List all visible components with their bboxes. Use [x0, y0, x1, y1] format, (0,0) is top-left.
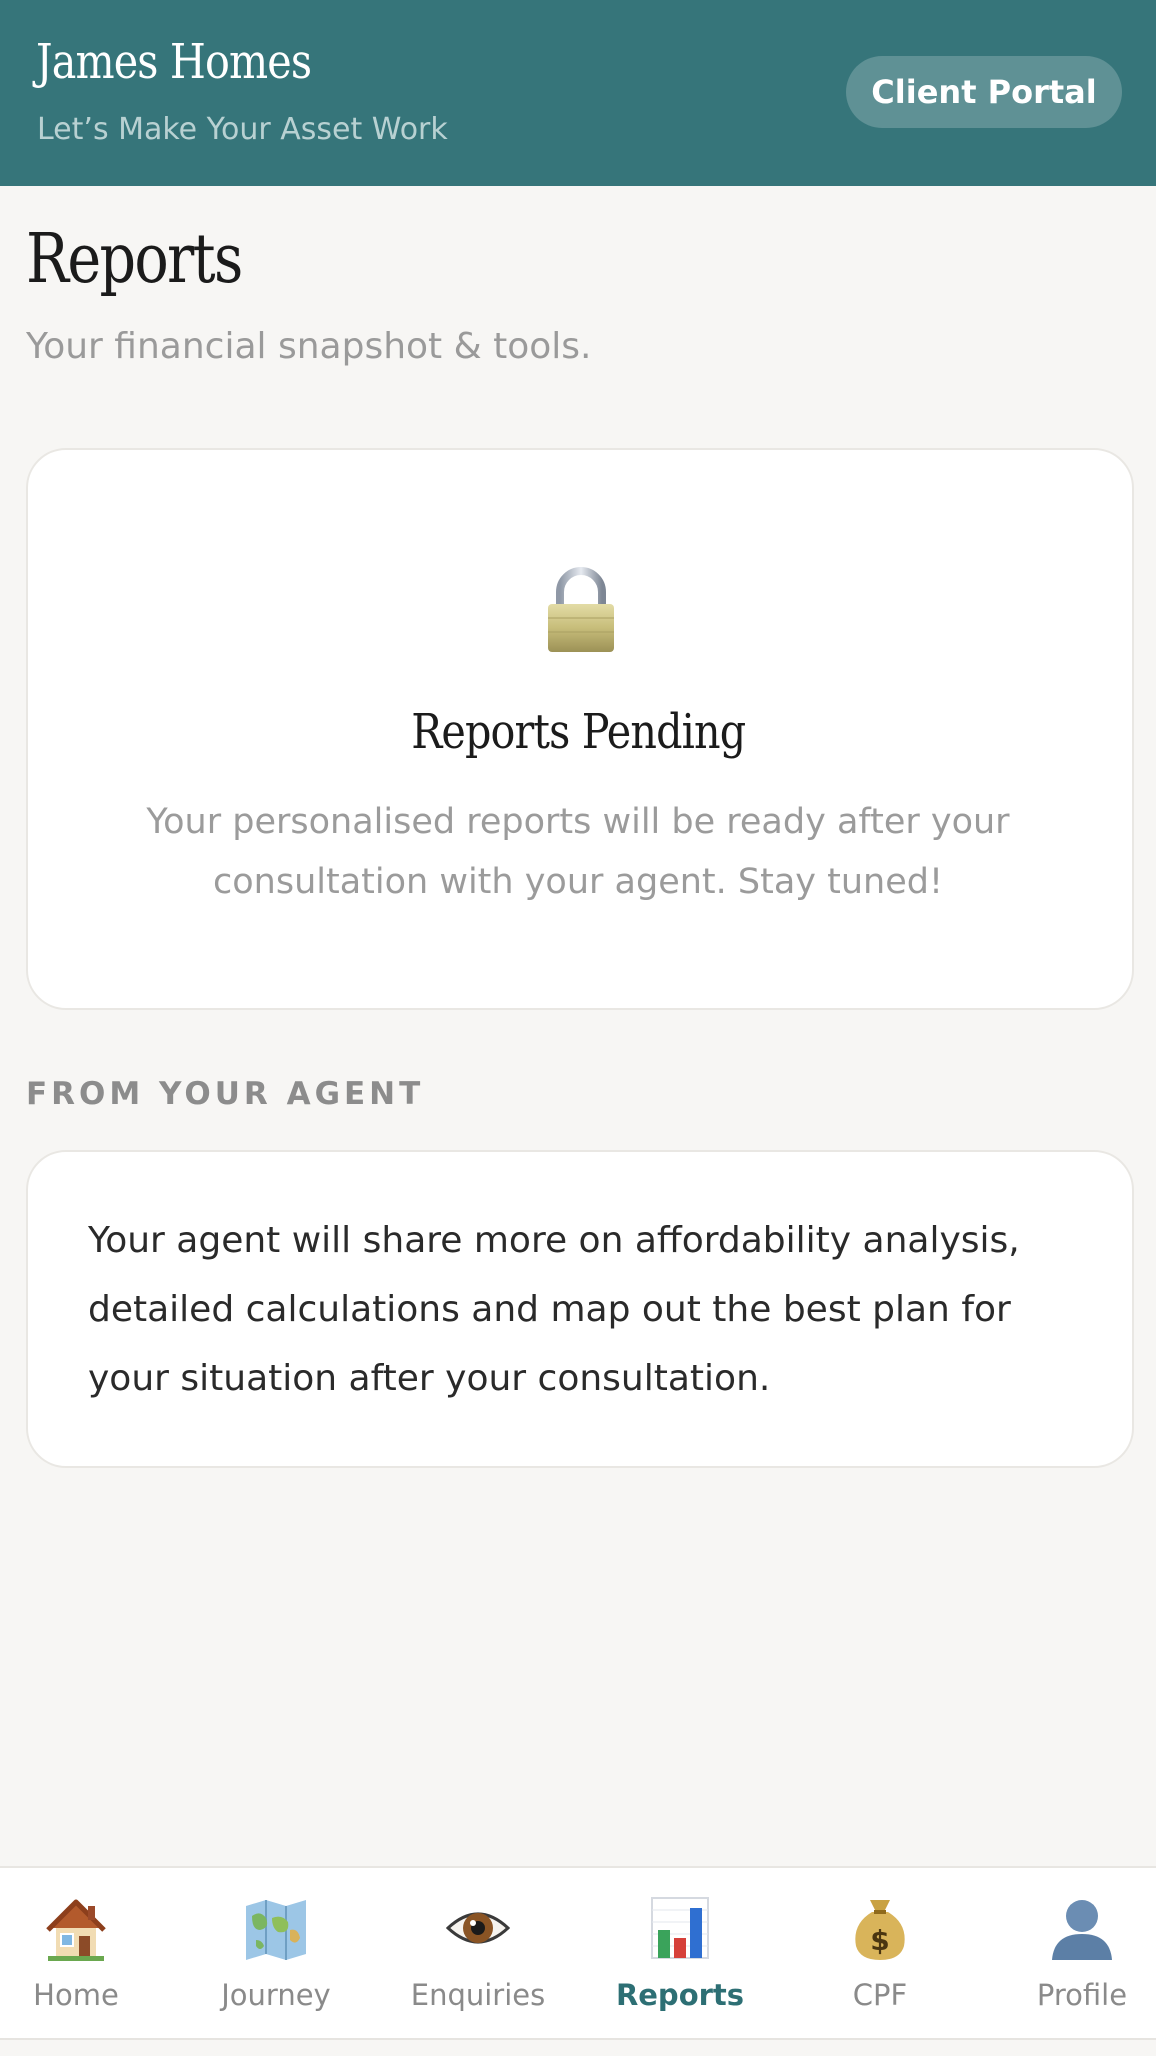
profile-icon: [1052, 1900, 1112, 1960]
nav-label-reports: Reports: [615, 1978, 745, 2012]
nav-label-home: Home: [33, 1978, 119, 2012]
section-label-from-agent: FROM YOUR AGENT: [26, 1076, 425, 1112]
bottom-nav-bar: [0, 1866, 1156, 2038]
nav-item-enquiries[interactable]: Enquiries: [382, 1866, 574, 2038]
nav-item-cpf[interactable]: $ CPF: [784, 1866, 976, 2038]
brand-tagline: Let’s Make Your Asset Work: [37, 112, 448, 147]
page-title: Reports: [26, 220, 243, 299]
reports-pending-message: Your personalised reports will be ready …: [146, 802, 1010, 902]
nav-label-enquiries: Enquiries: [410, 1978, 546, 2012]
nav-label-cpf: CPF: [852, 1978, 908, 2012]
map-icon: [246, 1900, 306, 1960]
bottom-edge: [0, 2038, 1156, 2056]
reports-screen: James Homes Let’s Make Your Asset Work C…: [0, 0, 1156, 2056]
nav-label-journey: Journey: [221, 1978, 331, 2012]
nav-item-journey[interactable]: Journey: [180, 1866, 372, 2038]
page-subtitle: Your financial snapshot & tools.: [26, 326, 592, 367]
reports-pending-title: Reports Pending: [410, 704, 746, 760]
money-bag-icon: $: [855, 1900, 905, 1960]
client-portal-button[interactable]: Client Portal: [846, 56, 1122, 128]
nav-item-profile[interactable]: Profile: [986, 1866, 1156, 2038]
agent-note-text: Your agent will share more on affordabil…: [88, 1220, 1020, 1399]
nav-item-reports[interactable]: Reports: [584, 1866, 776, 2038]
house-icon: [46, 1899, 106, 1961]
nav-item-home[interactable]: Home: [0, 1866, 172, 2038]
eye-icon: [446, 1912, 510, 1944]
nav-label-profile: Profile: [1036, 1978, 1128, 2012]
app-header: James Homes Let’s Make Your Asset Work C…: [0, 0, 1156, 186]
brand-title: James Homes: [36, 34, 312, 90]
bar-chart-icon: [651, 1897, 709, 1959]
lock-icon: [548, 567, 614, 652]
svg-text:$: $: [870, 1924, 889, 1957]
